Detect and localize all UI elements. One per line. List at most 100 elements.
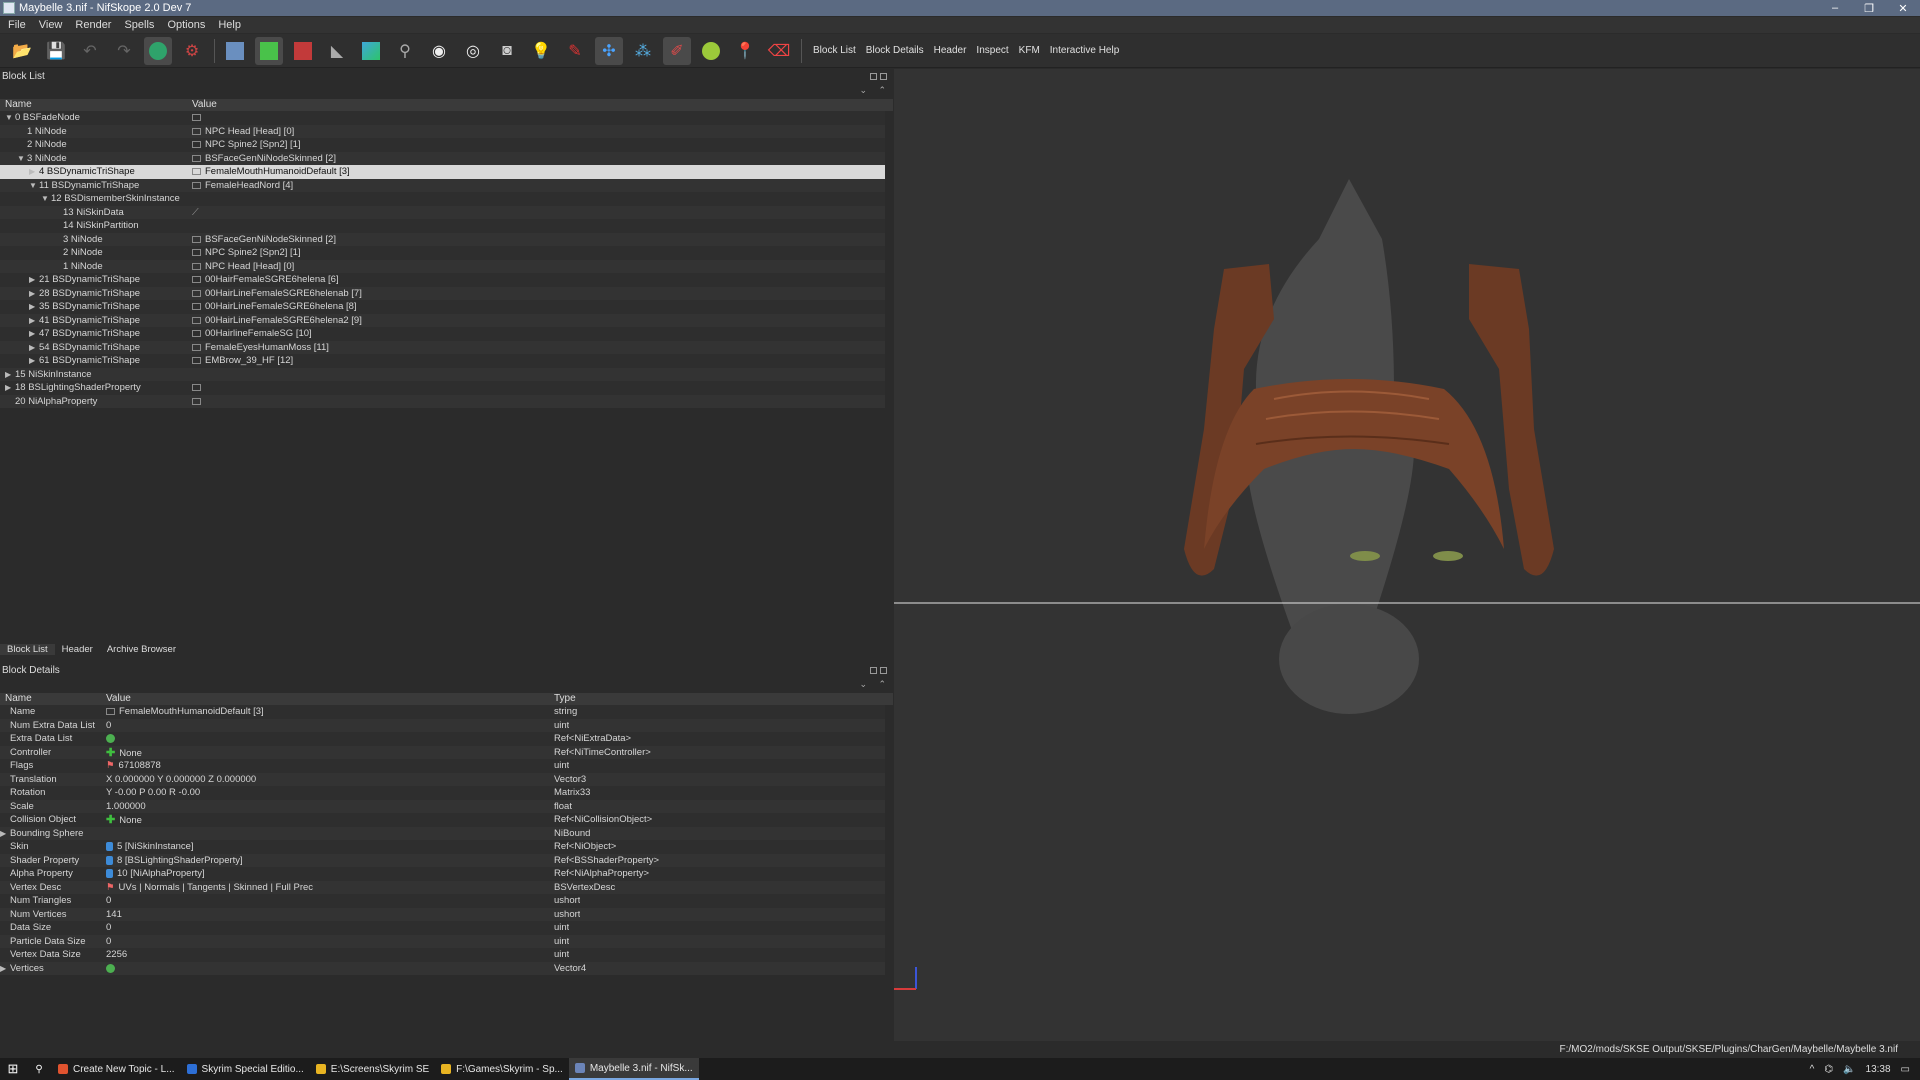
open-icon[interactable]: 📂 bbox=[8, 37, 36, 65]
select-icon[interactable] bbox=[144, 36, 172, 65]
collapsed-arrow-icon[interactable]: ▶ bbox=[29, 289, 39, 298]
maximize-button[interactable]: ❐ bbox=[1852, 2, 1886, 15]
detail-row[interactable]: Particle Data Size 0 uint bbox=[0, 934, 885, 948]
detail-value[interactable]: 1.000000 bbox=[102, 801, 554, 812]
detail-value[interactable]: 5 [NiSkinInstance] bbox=[102, 841, 554, 852]
collapsed-arrow-icon[interactable]: ▶ bbox=[5, 383, 15, 392]
collapsed-arrow-icon[interactable]: ▶ bbox=[29, 356, 39, 365]
detail-value[interactable]: ⚑ 67108878 bbox=[102, 760, 554, 771]
detail-value[interactable]: 0 bbox=[102, 720, 554, 731]
link-icon[interactable] bbox=[106, 869, 113, 879]
notification-icon[interactable]: ▭ bbox=[1901, 1064, 1910, 1075]
taskbar-item[interactable]: Skyrim Special Editio... bbox=[181, 1058, 310, 1080]
detail-value[interactable]: ⚑ UVs | Normals | Tangents | Skinned | Fu… bbox=[102, 882, 554, 893]
collapsed-arrow-icon[interactable]: ▶ bbox=[29, 316, 39, 325]
tree-row[interactable]: ▼ 3 NiNode BSFaceGenNiNodeSkinned [2] bbox=[0, 151, 885, 165]
tree-row[interactable]: 20 NiAlphaProperty bbox=[0, 394, 885, 408]
detail-value[interactable]: 0 bbox=[102, 895, 554, 906]
bulb-icon[interactable]: 💡 bbox=[527, 37, 555, 65]
collapsed-arrow-icon[interactable]: ▶ bbox=[29, 302, 39, 311]
search-icon[interactable]: ⚲ bbox=[26, 1058, 52, 1080]
detail-value[interactable]: 141 bbox=[102, 909, 554, 920]
eraser-icon[interactable]: ⌫ bbox=[765, 37, 793, 65]
tab-header[interactable]: Header bbox=[55, 644, 100, 655]
tree-row[interactable]: ▶ 21 BSDynamicTriShape 00HairFemaleSGRE6he… bbox=[0, 273, 885, 287]
menu-render[interactable]: Render bbox=[67, 19, 116, 31]
detail-value[interactable]: 2256 bbox=[102, 949, 554, 960]
close-button[interactable]: ✕ bbox=[1886, 2, 1920, 15]
eye-icon[interactable]: ◉ bbox=[425, 37, 453, 65]
collapsed-arrow-icon[interactable]: ▶ bbox=[5, 370, 15, 379]
collapsed-arrow-icon[interactable]: ▶ bbox=[29, 275, 39, 284]
undo-icon[interactable]: ↶ bbox=[76, 37, 104, 65]
pen-icon[interactable]: ✎ bbox=[561, 37, 589, 65]
tab-block-list[interactable]: Block List bbox=[0, 643, 55, 655]
toolbar-kfm[interactable]: KFM bbox=[1014, 45, 1045, 56]
eye-alt-icon[interactable]: ◎ bbox=[459, 37, 487, 65]
tree-row[interactable]: 2 NiNode NPC Spine2 [Spn2] [1] bbox=[0, 246, 885, 260]
detail-row[interactable]: Name FemaleMouthHumanoidDefault [3] string bbox=[0, 705, 885, 719]
detail-row[interactable]: Rotation Y -0.00 P 0.00 R -0.00 Matrix33 bbox=[0, 786, 885, 800]
tree-row[interactable]: ▶ 15 NiSkinInstance bbox=[0, 367, 885, 381]
tree-row[interactable]: ▼ 0 BSFadeNode bbox=[0, 111, 885, 125]
menu-spells[interactable]: Spells bbox=[116, 19, 159, 31]
tray-chevron-icon[interactable]: ^ bbox=[1810, 1064, 1815, 1075]
detail-row[interactable]: Extra Data List Ref<NiExtraData> bbox=[0, 732, 885, 746]
skeleton-icon[interactable]: ⚲ bbox=[391, 37, 419, 65]
tree-row[interactable]: ▶ 47 BSDynamicTriShape 00HairlineFemaleSG … bbox=[0, 327, 885, 341]
column-name[interactable]: Name bbox=[0, 99, 192, 111]
walk-icon[interactable]: ◣ bbox=[323, 37, 351, 65]
refresh-icon[interactable] bbox=[106, 734, 115, 744]
detail-value[interactable]: ✚ None bbox=[102, 813, 554, 826]
menu-view[interactable]: View bbox=[31, 19, 68, 31]
cube-icon[interactable] bbox=[221, 37, 249, 65]
taskbar-item[interactable]: Create New Topic - L... bbox=[52, 1058, 181, 1080]
menu-options[interactable]: Options bbox=[159, 19, 210, 31]
detail-row[interactable]: Collision Object ✚ None Ref<NiCollisionObje… bbox=[0, 813, 885, 827]
column-value[interactable]: Value bbox=[192, 99, 217, 111]
clock[interactable]: 13:38 bbox=[1866, 1064, 1891, 1075]
tree-row[interactable]: 14 NiSkinPartition bbox=[0, 219, 885, 233]
refresh-icon[interactable] bbox=[106, 963, 115, 973]
texture-icon[interactable] bbox=[289, 37, 317, 65]
detail-value[interactable]: 0 bbox=[102, 922, 554, 933]
tree-row[interactable]: ▶ 28 BSDynamicTriShape 00HairLineFemaleSGR… bbox=[0, 286, 885, 300]
volume-icon[interactable]: 🔈 bbox=[1843, 1064, 1855, 1075]
collapsed-arrow-icon[interactable]: ▶ bbox=[0, 964, 10, 973]
column-name[interactable]: Name bbox=[0, 693, 102, 705]
detail-value[interactable] bbox=[102, 733, 554, 744]
detail-row[interactable]: Controller ✚ None Ref<NiTimeController> bbox=[0, 745, 885, 759]
detail-row[interactable]: Scale 1.000000 float bbox=[0, 799, 885, 813]
tree-row[interactable]: 1 NiNode NPC Head [Head] [0] bbox=[0, 259, 885, 273]
detail-row[interactable]: Alpha Property 10 [NiAlphaProperty] Ref<Ni… bbox=[0, 867, 885, 881]
expanded-arrow-icon[interactable]: ▼ bbox=[29, 181, 39, 190]
detail-row[interactable]: Num Extra Data List 0 uint bbox=[0, 718, 885, 732]
marker-icon[interactable]: 📍 bbox=[731, 37, 759, 65]
expanded-arrow-icon[interactable]: ▼ bbox=[5, 113, 15, 122]
detail-row[interactable]: Vertex Data Size 2256 uint bbox=[0, 948, 885, 962]
toolbar-block-details[interactable]: Block Details bbox=[861, 45, 929, 56]
start-button[interactable]: ⊞ bbox=[0, 1058, 26, 1080]
tree-row[interactable]: 3 NiNode BSFaceGenNiNodeSkinned [2] bbox=[0, 232, 885, 246]
detail-row[interactable]: ▶ Vertices Vector4 bbox=[0, 961, 885, 975]
nodes-icon[interactable]: ⁂ bbox=[629, 37, 657, 65]
detail-row[interactable]: Translation X 0.000000 Y 0.000000 Z 0.000… bbox=[0, 772, 885, 786]
camera-icon[interactable]: ◙ bbox=[493, 37, 521, 65]
close-icon[interactable] bbox=[880, 667, 887, 674]
detail-value[interactable]: X 0.000000 Y 0.000000 Z 0.000000 bbox=[102, 774, 554, 785]
flag-icon[interactable]: ⚑ bbox=[106, 760, 115, 771]
tree-row[interactable]: ▶ 61 BSDynamicTriShape EMBrow_39_HF [12] bbox=[0, 354, 885, 368]
detail-value[interactable]: FemaleMouthHumanoidDefault [3] bbox=[102, 706, 554, 717]
detail-row[interactable]: ▶ Bounding Sphere NiBound bbox=[0, 826, 885, 840]
toolbar-inspect[interactable]: Inspect bbox=[971, 45, 1013, 56]
expand-icon[interactable]: ⌃ bbox=[878, 679, 886, 690]
menu-file[interactable]: File bbox=[0, 19, 31, 31]
column-type[interactable]: Type bbox=[554, 693, 576, 705]
collapse-icon[interactable]: ⌄ bbox=[859, 85, 867, 96]
add-icon[interactable]: ✚ bbox=[106, 814, 115, 826]
gizmo-icon[interactable]: ✣ bbox=[595, 36, 623, 65]
expanded-arrow-icon[interactable]: ▼ bbox=[17, 154, 27, 163]
taskbar-item[interactable]: E:\Screens\Skyrim SE bbox=[310, 1058, 435, 1080]
tree-row[interactable]: ▶ 4 BSDynamicTriShape FemaleMouthHumanoidD… bbox=[0, 165, 885, 179]
close-icon[interactable] bbox=[880, 73, 887, 80]
